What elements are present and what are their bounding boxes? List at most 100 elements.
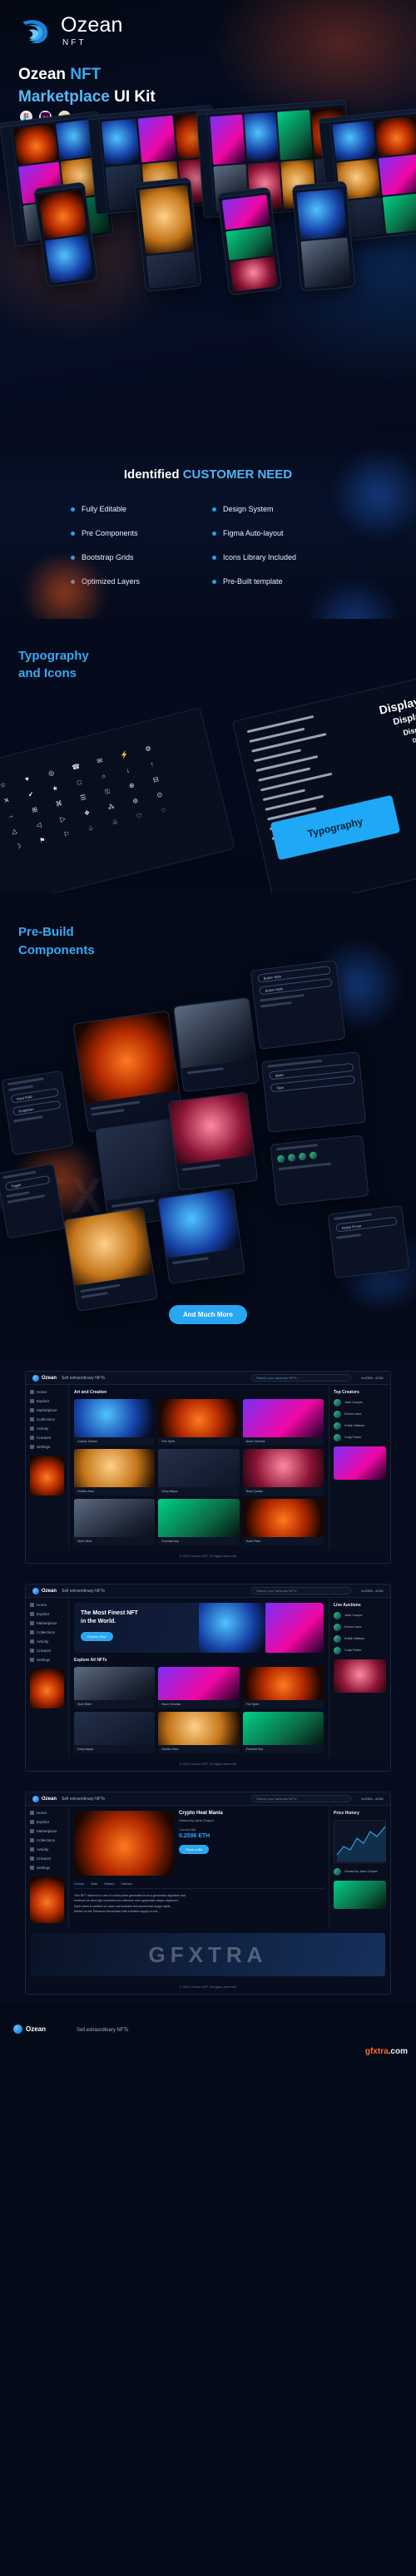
component-pill[interactable]: Dropdown	[12, 1100, 62, 1116]
sidebar-item-home[interactable]: Home	[30, 1603, 64, 1607]
nft-card[interactable]: Golden Hour	[74, 1449, 156, 1496]
search-input[interactable]: Search your favourite NFTs	[251, 1795, 352, 1802]
nft-card[interactable]: Neon Genesis	[158, 1667, 240, 1708]
sidebar-item-marketplace[interactable]: Marketplace	[30, 1621, 64, 1625]
nft-card[interactable]: Skull Rider	[74, 1667, 156, 1708]
sidebar-featured-nft[interactable]	[30, 1876, 64, 1923]
library-icon-39[interactable]: ♢	[159, 806, 168, 815]
sidebar-item-settings[interactable]: Settings	[30, 1445, 64, 1449]
nft-card[interactable]: Cosmic Dream	[74, 1399, 156, 1446]
tab-details[interactable]: Details	[74, 1881, 84, 1886]
sidebar-item-explore[interactable]: Explore	[30, 1399, 64, 1403]
sidebar-item-activity[interactable]: Activity	[30, 1847, 64, 1852]
nft-card[interactable]: Fire Spirit	[242, 1667, 324, 1708]
component-pill[interactable]: Toggle	[4, 1174, 51, 1191]
wallet-badge[interactable]: 0x23E8...4CB1	[361, 1376, 384, 1380]
library-icon-27[interactable]: ▷	[58, 814, 67, 823]
sidebar-featured-nft[interactable]	[30, 1669, 64, 1708]
library-icon-28[interactable]: ❖	[82, 808, 92, 818]
library-icon-20[interactable]: ☰	[79, 794, 88, 803]
library-icon-3[interactable]: ◎	[47, 769, 56, 778]
sidebar-item-collections[interactable]: Collections	[30, 1417, 64, 1421]
library-icon-30[interactable]: ⊚	[131, 796, 140, 805]
sidebar-item-creators[interactable]: Creators	[30, 1436, 64, 1440]
library-icon-12[interactable]: □	[75, 778, 84, 787]
list-item[interactable]: Devon Lane	[334, 1624, 386, 1631]
nft-card[interactable]: Emerald Key	[242, 1712, 324, 1753]
library-icon-34[interactable]: ⚑	[38, 836, 47, 845]
list-item[interactable]: Devon Lane	[334, 1411, 386, 1418]
nft-card[interactable]: Rose Quartz	[242, 1449, 324, 1496]
nft-card[interactable]: Deep Abyss	[158, 1449, 240, 1496]
library-icon-22[interactable]: ⊕	[127, 781, 136, 790]
list-item[interactable]: Jane Cooper	[334, 1399, 386, 1407]
tab-owners[interactable]: Owners	[121, 1881, 132, 1886]
library-icon-4[interactable]: ☎	[71, 762, 81, 771]
component-pill[interactable]: Avatar Group	[335, 1216, 398, 1233]
nft-card[interactable]: Golden Hour	[158, 1712, 240, 1753]
list-item[interactable]: Cody Fisher	[334, 1647, 386, 1654]
promo-thumbnail[interactable]	[334, 1659, 386, 1693]
library-icon-21[interactable]: ⚿	[103, 787, 112, 796]
place-bid-button[interactable]: Place a Bid	[179, 1845, 210, 1854]
sidebar-item-settings[interactable]: Settings	[30, 1866, 64, 1870]
sidebar-item-creators[interactable]: Creators	[30, 1649, 64, 1653]
library-icon-17[interactable]: →	[6, 811, 15, 820]
library-icon-37[interactable]: ♧	[111, 818, 120, 827]
library-icon-15[interactable]: ↑	[147, 759, 156, 769]
nft-card[interactable]: Emerald Key	[158, 1499, 240, 1545]
nft-card[interactable]: Deep Abyss	[74, 1712, 156, 1753]
sidebar-item-activity[interactable]: Activity	[30, 1426, 64, 1431]
sidebar-item-explore[interactable]: Explore	[30, 1820, 64, 1824]
library-icon-38[interactable]: ♡	[135, 812, 144, 821]
library-icon-9[interactable]: ✕	[2, 796, 12, 805]
library-icon-19[interactable]: ⌘	[54, 799, 63, 808]
library-icon-2[interactable]: ♥	[22, 774, 32, 784]
sidebar-featured-nft[interactable]	[30, 1456, 64, 1496]
library-icon-26[interactable]: ◁	[34, 820, 43, 829]
sidebar-item-marketplace[interactable]: Marketplace	[30, 1829, 64, 1833]
library-icon-31[interactable]: ⊙	[155, 790, 164, 799]
search-input[interactable]: Search your favourite NFTs	[251, 1587, 352, 1595]
library-icon-29[interactable]: ⁂	[106, 803, 116, 812]
app-logo[interactable]: Ozean	[32, 1587, 57, 1595]
nft-card[interactable]: Solar Flare	[242, 1499, 324, 1545]
list-item[interactable]: Kristin Watson	[334, 1422, 386, 1430]
library-icon-23[interactable]: ⊟	[151, 775, 161, 784]
sidebar-item-activity[interactable]: Activity	[30, 1639, 64, 1644]
sidebar-item-home[interactable]: Home	[30, 1811, 64, 1815]
sidebar-item-settings[interactable]: Settings	[30, 1658, 64, 1662]
footer-logo[interactable]: Ozean	[13, 2025, 46, 2034]
library-icon-7[interactable]: ⚙	[144, 744, 153, 754]
search-input[interactable]: Search your favourite NFTs	[251, 1374, 352, 1382]
list-item[interactable]: Jane Cooper	[334, 1612, 386, 1619]
sidebar-item-creators[interactable]: Creators	[30, 1857, 64, 1861]
explore-now-button[interactable]: Explore Now	[81, 1631, 113, 1641]
library-icon-11[interactable]: ★	[51, 784, 60, 793]
library-icon-1[interactable]: ☆	[0, 780, 7, 789]
library-icon-6[interactable]: ⚡	[120, 750, 130, 759]
sidebar-item-explore[interactable]: Explore	[30, 1612, 64, 1616]
sidebar-item-home[interactable]: Home	[30, 1390, 64, 1394]
app-logo[interactable]: Ozean	[32, 1795, 57, 1802]
sidebar-item-collections[interactable]: Collections	[30, 1630, 64, 1634]
sidebar-item-marketplace[interactable]: Marketplace	[30, 1408, 64, 1412]
app-logo[interactable]: Ozean	[32, 1374, 57, 1382]
promo-thumbnail[interactable]	[334, 1446, 386, 1480]
list-item[interactable]: Owned by Jane Cooper	[334, 1868, 386, 1876]
library-icon-13[interactable]: ○	[99, 772, 108, 781]
list-item[interactable]: Cody Fisher	[334, 1434, 386, 1441]
library-icon-25[interactable]: △	[10, 827, 19, 836]
nft-card[interactable]: Steel Mind	[74, 1499, 156, 1545]
library-icon-14[interactable]: ↓	[123, 766, 132, 775]
library-icon-10[interactable]: ✔	[27, 790, 36, 799]
and-much-more-button[interactable]: And Much More	[169, 1305, 247, 1324]
tab-history[interactable]: History	[104, 1881, 114, 1886]
library-icon-33[interactable]: ☽	[13, 842, 22, 851]
nft-card[interactable]: Fire Spirit	[158, 1399, 240, 1446]
wallet-badge[interactable]: 0x23E8...4CB1	[361, 1797, 384, 1801]
list-item[interactable]: Kristin Watson	[334, 1635, 386, 1643]
nft-card[interactable]: Neon Genesis	[242, 1399, 324, 1446]
library-icon-5[interactable]: ✉	[95, 756, 104, 765]
library-icon-36[interactable]: ♤	[87, 823, 96, 833]
